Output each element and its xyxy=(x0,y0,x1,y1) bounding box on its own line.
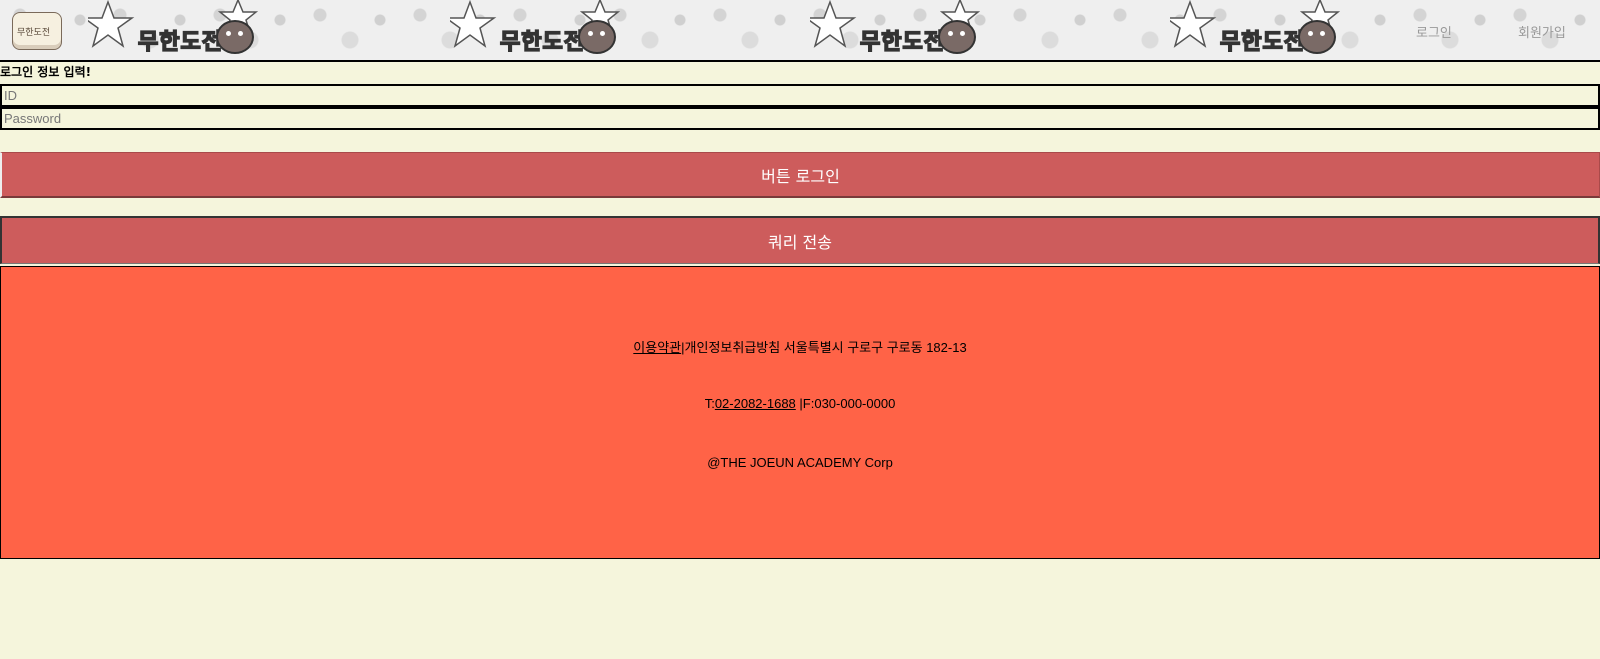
terms-link[interactable]: 이용약관 xyxy=(633,340,681,355)
banner-image: 무한도전 xyxy=(88,0,268,60)
login-form-title: 로그인 정보 입력! xyxy=(0,65,92,79)
phone-link[interactable]: 02-2082-1688 xyxy=(715,396,796,411)
site-footer: 이용약관|개인정보취급방침 서울특별시 구로구 구로동 182-13 T:02-… xyxy=(0,266,1600,559)
site-header: 무한도전 무한도전 무한도전 무한도전 무한도전 로그인 회원가입 xyxy=(0,0,1600,62)
query-submit-button[interactable]: 쿼리 전송 xyxy=(0,216,1600,264)
copyright-text: @THE JOEUN ACADEMY Corp xyxy=(707,455,893,470)
id-input[interactable] xyxy=(0,84,1600,107)
site-logo[interactable]: 무한도전 xyxy=(12,12,62,50)
banner-text: 무한도전 xyxy=(859,29,945,56)
footer-links-line: 이용약관|개인정보취급방침 서울특별시 구로구 구로동 182-13 xyxy=(1,337,1599,356)
login-button[interactable]: 버튼 로그인 xyxy=(0,152,1600,198)
password-input[interactable] xyxy=(0,107,1600,130)
signup-link[interactable]: 회원가입 xyxy=(1518,22,1566,41)
banner-text: 무한도전 xyxy=(1219,29,1305,56)
mascot-icon xyxy=(216,20,254,54)
fax-text: |F:030-000-0000 xyxy=(795,396,896,411)
privacy-address-text: |개인정보취급방침 서울특별시 구로구 구로동 182-13 xyxy=(681,340,967,355)
login-link[interactable]: 로그인 xyxy=(1416,22,1452,41)
logo-text: 무한도전 xyxy=(17,28,51,38)
banner-text: 무한도전 xyxy=(499,29,585,56)
banner-image: 무한도전 xyxy=(1170,0,1350,60)
mascot-icon xyxy=(938,20,976,54)
banner-image: 무한도전 xyxy=(450,0,630,60)
banner-image: 무한도전 xyxy=(810,0,990,60)
footer-contact-line: T:02-2082-1688 |F:030-000-0000 xyxy=(1,396,1599,411)
tel-prefix: T: xyxy=(704,396,715,411)
mascot-icon xyxy=(1298,20,1336,54)
mascot-icon xyxy=(578,20,616,54)
banner-text: 무한도전 xyxy=(137,29,223,56)
